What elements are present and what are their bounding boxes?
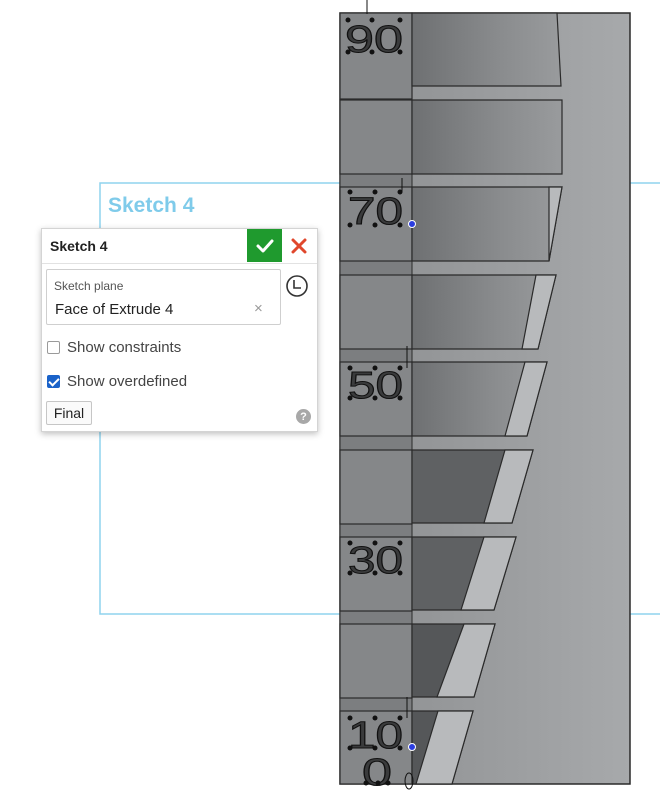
help-icon[interactable]: ?	[296, 409, 311, 424]
selected-point[interactable]	[408, 220, 416, 228]
cancel-button[interactable]	[286, 231, 312, 261]
show-constraints-row[interactable]: Show constraints	[47, 337, 181, 357]
accept-button[interactable]	[247, 229, 282, 262]
sketch-dialog: Sketch 4 Sketch plane Face of Extrude 4 …	[41, 228, 318, 432]
sketch-text-30: 30	[348, 540, 403, 582]
check-icon	[256, 239, 273, 252]
show-constraints-checkbox[interactable]	[47, 340, 60, 354]
selected-point[interactable]	[408, 743, 416, 751]
sketch-plane-field[interactable]: Sketch plane Face of Extrude 4 ×	[46, 269, 281, 325]
show-overdefined-checkbox[interactable]	[47, 374, 60, 388]
sketch-plane-label: Sketch plane	[54, 279, 124, 293]
show-overdefined-row[interactable]: Show overdefined	[47, 371, 187, 391]
show-overdefined-label: Show overdefined	[67, 372, 188, 390]
sketch-text-0: 0	[362, 752, 392, 794]
sketch-name-label: Sketch 4	[108, 194, 195, 217]
clock-icon[interactable]	[285, 274, 309, 298]
close-icon	[291, 238, 307, 254]
final-button[interactable]: Final	[46, 401, 92, 425]
sketch-text-50: 50	[348, 365, 403, 407]
sketch-text-90: 90	[345, 19, 403, 61]
show-constraints-label: Show constraints	[67, 338, 182, 356]
sketch-plane-value: Face of Extrude 4	[55, 301, 174, 318]
dialog-header: Sketch 4	[42, 229, 317, 264]
clear-selection-icon[interactable]: ×	[254, 300, 263, 317]
sketch-text-10: 10	[348, 715, 403, 757]
dialog-title: Sketch 4	[50, 238, 108, 254]
